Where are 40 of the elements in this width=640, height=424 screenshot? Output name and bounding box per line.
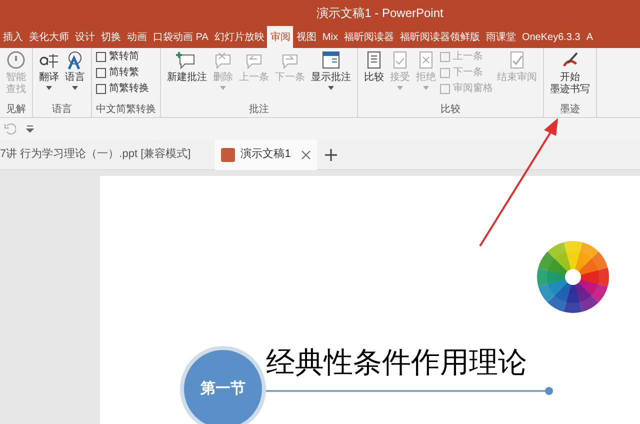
ribbon-tab[interactable]: 切换 — [98, 26, 124, 48]
ribbon-tab[interactable]: 动画 — [124, 26, 150, 48]
ribbon-tab[interactable]: 审阅 — [267, 26, 294, 48]
group-label: 批注 — [248, 103, 270, 117]
ribbon-button[interactable]: 繁转简 — [96, 50, 149, 64]
ribbon-button[interactable]: 比较 — [362, 50, 386, 84]
document-tab[interactable]: 演示文稿1 — [214, 140, 317, 170]
ribbon-button[interactable]: 显示批注 — [309, 50, 353, 90]
ribbon-tab[interactable]: Mix — [319, 26, 341, 48]
dropdown-icon[interactable] — [26, 125, 34, 133]
document-tab[interactable]: 7讲 行为学习理论（一）.ppt [兼容模式] — [0, 140, 191, 170]
group-label: 语言 — [51, 103, 73, 117]
add-tab-icon[interactable] — [324, 148, 337, 160]
group-label: 见解 — [5, 103, 27, 117]
ribbon-tab[interactable]: 福昕阅读器 — [340, 26, 397, 48]
ribbon-tab[interactable]: 口袋动画 PA — [150, 26, 212, 48]
ribbon-tab[interactable]: 插入 — [0, 26, 26, 48]
slide-title: 经典性条件作用理论 — [266, 346, 527, 381]
ribbon-tab[interactable]: 美化大师 — [26, 26, 72, 48]
group-label: 墨迹 — [559, 103, 581, 117]
ribbon-button[interactable]: 新建批注 — [165, 50, 209, 84]
ribbon-button[interactable]: 开始 墨迹书写 — [548, 50, 592, 96]
ribbon-tab[interactable]: 雨课堂 — [482, 26, 519, 48]
ribbon-tab[interactable]: 福昕阅读器领鲜版 — [396, 26, 483, 48]
presentation-file-icon — [220, 148, 235, 162]
ribbon-tab[interactable]: A — [583, 26, 596, 48]
ribbon-button[interactable]: 简繁转换 — [96, 82, 149, 96]
ribbon-tab[interactable]: 设计 — [72, 26, 98, 48]
info-icon — [6, 50, 26, 70]
window-title: 演示文稿1 - PowerPoint — [316, 5, 444, 22]
ribbon-button[interactable]: 简转繁 — [96, 66, 149, 80]
ribbon-button[interactable]: 语言 — [63, 50, 87, 90]
ribbon-tab[interactable]: OneKey6.3.3 — [518, 26, 584, 48]
section-badge: 第一节 — [180, 346, 266, 424]
ribbon-tab[interactable]: 视图 — [293, 26, 320, 48]
ribbon-button[interactable]: 翻译 — [37, 50, 61, 90]
group-label: 中文简繁转换 — [96, 103, 156, 117]
ribbon-tab[interactable]: 幻灯片放映 — [211, 26, 268, 48]
group-label: 比较 — [440, 103, 462, 117]
close-icon[interactable] — [300, 150, 311, 160]
